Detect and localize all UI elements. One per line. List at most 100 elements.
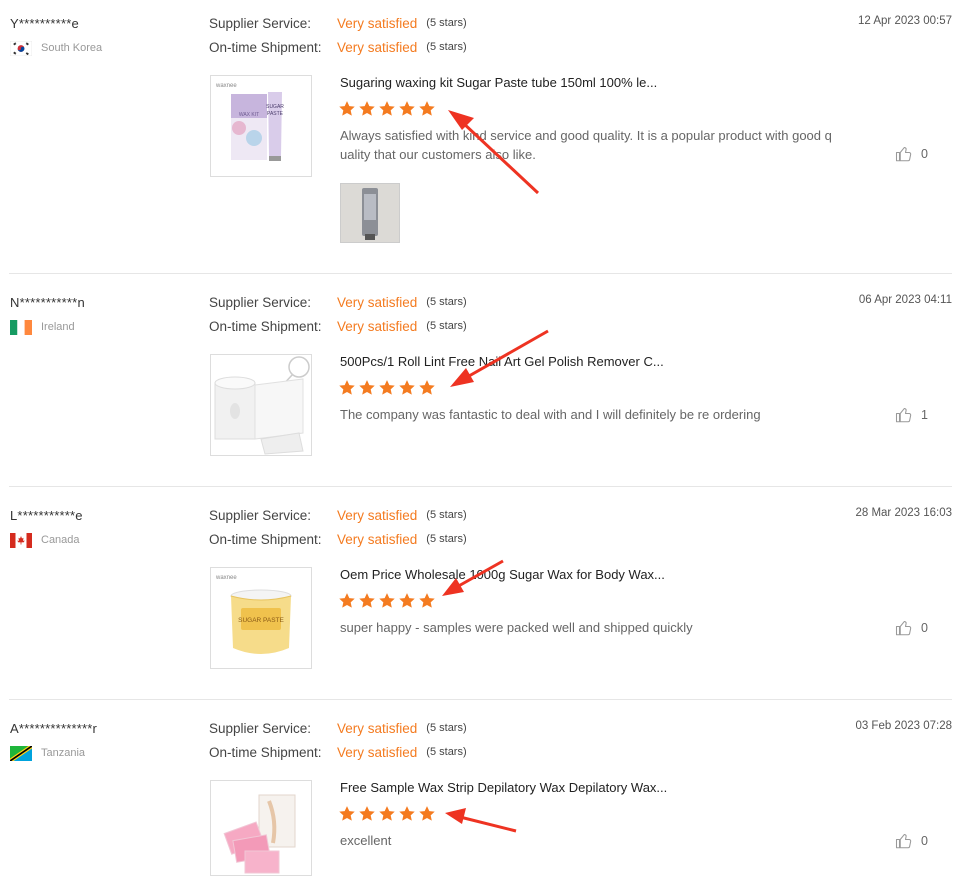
like-count: 1 bbox=[921, 408, 928, 422]
country-name: Canada bbox=[41, 534, 80, 546]
ontime-shipment-value: Very satisfied bbox=[337, 39, 418, 55]
ontime-shipment-stars: (5 stars) bbox=[426, 320, 467, 332]
like-button[interactable]: 0 bbox=[895, 619, 928, 637]
thumb-brand: waxnee bbox=[215, 575, 237, 581]
product-thumbnail[interactable] bbox=[210, 354, 312, 456]
like-count: 0 bbox=[921, 147, 928, 161]
ontime-shipment-rating: On-time Shipment: Very satisfied (5 star… bbox=[209, 530, 467, 548]
review-date: 12 Apr 2023 00:57 bbox=[858, 15, 952, 27]
supplier-service-label: Supplier Service: bbox=[209, 294, 312, 310]
country-name: Tanzania bbox=[41, 747, 86, 759]
supplier-service-rating: Supplier Service: Very satisfied (5 star… bbox=[209, 506, 467, 524]
product-title-link[interactable]: Sugaring waxing kit Sugar Paste tube 150… bbox=[340, 75, 657, 90]
supplier-service-stars: (5 stars) bbox=[426, 17, 467, 29]
like-button[interactable]: 1 bbox=[895, 406, 928, 424]
reviewer-country: Canada bbox=[10, 532, 80, 548]
star-icon bbox=[419, 101, 435, 116]
supplier-service-value: Very satisfied bbox=[337, 720, 418, 736]
supplier-service-value: Very satisfied bbox=[337, 15, 418, 31]
product-title-link[interactable]: Oem Price Wholesale 1000g Sugar Wax for … bbox=[340, 567, 665, 582]
thumb-brand: waxnee bbox=[215, 83, 237, 89]
star-icon bbox=[399, 101, 415, 116]
country-name: South Korea bbox=[41, 42, 103, 54]
thumbs-up-icon[interactable] bbox=[895, 832, 913, 850]
ontime-shipment-label: On-time Shipment: bbox=[209, 39, 322, 55]
star-icon bbox=[339, 380, 355, 395]
review-item: Y**********e South Korea Supplier Servic… bbox=[0, 0, 976, 273]
star-icon bbox=[339, 806, 355, 821]
ireland-flag-icon bbox=[10, 319, 32, 335]
review-comment: super happy - samples were packed well a… bbox=[340, 620, 693, 635]
review-item: A**************r Tanzania Supplier Servi… bbox=[0, 705, 976, 876]
star-icon bbox=[399, 593, 415, 608]
reviewer-country: Ireland bbox=[10, 319, 75, 335]
thumb-tube-text: PASTE bbox=[267, 111, 284, 117]
star-icon bbox=[379, 380, 395, 395]
review-divider bbox=[9, 273, 952, 274]
ontime-shipment-value: Very satisfied bbox=[337, 744, 418, 760]
supplier-service-rating: Supplier Service: Very satisfied (5 star… bbox=[209, 293, 467, 311]
ontime-shipment-label: On-time Shipment: bbox=[209, 531, 322, 547]
ontime-shipment-rating: On-time Shipment: Very satisfied (5 star… bbox=[209, 38, 467, 56]
thumbs-up-icon[interactable] bbox=[895, 619, 913, 637]
review-photo[interactable] bbox=[340, 183, 400, 243]
supplier-service-value: Very satisfied bbox=[337, 507, 418, 523]
review-date: 06 Apr 2023 04:11 bbox=[858, 294, 952, 306]
ontime-shipment-rating: On-time Shipment: Very satisfied (5 star… bbox=[209, 317, 467, 335]
reviewer-country: Tanzania bbox=[10, 745, 85, 761]
ontime-shipment-label: On-time Shipment: bbox=[209, 744, 322, 760]
tanzania-flag-icon bbox=[10, 745, 32, 761]
product-thumbnail[interactable]: waxnee SUGAR PASTE bbox=[210, 567, 312, 669]
star-icon bbox=[359, 101, 375, 116]
review-divider bbox=[9, 486, 952, 487]
product-title-link[interactable]: 500Pcs/1 Roll Lint Free Nail Art Gel Pol… bbox=[340, 354, 664, 369]
review-item: N***********n Ireland Supplier Service: … bbox=[0, 279, 976, 486]
like-button[interactable]: 0 bbox=[895, 145, 928, 163]
like-button[interactable]: 0 bbox=[895, 832, 928, 850]
like-count: 0 bbox=[921, 621, 928, 635]
star-icon bbox=[359, 806, 375, 821]
product-thumbnail[interactable] bbox=[210, 780, 312, 876]
thumbs-up-icon[interactable] bbox=[895, 145, 913, 163]
star-icon bbox=[379, 101, 395, 116]
supplier-service-rating: Supplier Service: Very satisfied (5 star… bbox=[209, 719, 467, 737]
star-icon bbox=[379, 806, 395, 821]
review-comment: Always satisfied with kind service and g… bbox=[340, 128, 832, 162]
country-name: Ireland bbox=[41, 321, 75, 333]
star-icon bbox=[359, 380, 375, 395]
south-korea-flag-icon bbox=[10, 40, 32, 56]
supplier-service-label: Supplier Service: bbox=[209, 720, 312, 736]
ontime-shipment-stars: (5 stars) bbox=[426, 746, 467, 758]
review-date: 28 Mar 2023 16:03 bbox=[855, 507, 952, 519]
review-comment: excellent bbox=[340, 833, 392, 848]
supplier-service-value: Very satisfied bbox=[337, 294, 418, 310]
thumbs-up-icon[interactable] bbox=[895, 406, 913, 424]
reviewer-name: N***********n bbox=[10, 295, 85, 310]
review-star-rating bbox=[338, 100, 436, 118]
supplier-service-rating: Supplier Service: Very satisfied (5 star… bbox=[209, 14, 467, 32]
star-icon bbox=[399, 806, 415, 821]
reviewer-name: Y**********e bbox=[10, 16, 79, 31]
supplier-service-stars: (5 stars) bbox=[426, 509, 467, 521]
thumb-box-text: WAX KIT bbox=[239, 112, 259, 118]
product-thumbnail[interactable]: waxnee WAX KIT SUGAR PASTE bbox=[210, 75, 312, 177]
reviewer-name: A**************r bbox=[10, 721, 98, 736]
ontime-shipment-rating: On-time Shipment: Very satisfied (5 star… bbox=[209, 743, 467, 761]
star-icon bbox=[379, 593, 395, 608]
star-icon bbox=[359, 593, 375, 608]
product-title-link[interactable]: Free Sample Wax Strip Depilatory Wax Dep… bbox=[340, 780, 667, 795]
supplier-service-stars: (5 stars) bbox=[426, 722, 467, 734]
thumb-jar-text: SUGAR PASTE bbox=[238, 617, 284, 624]
star-icon bbox=[419, 806, 435, 821]
supplier-service-label: Supplier Service: bbox=[209, 15, 312, 31]
review-star-rating bbox=[338, 592, 436, 610]
review-star-rating bbox=[338, 805, 436, 823]
review-item: L***********e Canada Supplier Service: V… bbox=[0, 492, 976, 699]
thumb-tube-text: SUGAR bbox=[266, 104, 284, 110]
ontime-shipment-value: Very satisfied bbox=[337, 318, 418, 334]
ontime-shipment-stars: (5 stars) bbox=[426, 41, 467, 53]
supplier-service-label: Supplier Service: bbox=[209, 507, 312, 523]
ontime-shipment-stars: (5 stars) bbox=[426, 533, 467, 545]
star-icon bbox=[399, 380, 415, 395]
star-icon bbox=[419, 593, 435, 608]
